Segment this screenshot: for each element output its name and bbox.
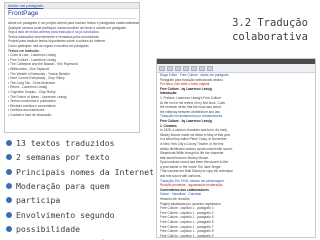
slide-bullet-text: Principais nomes da Internet <box>16 166 155 177</box>
underline-button-icon[interactable] <box>175 65 181 71</box>
save-button-icon[interactable] <box>207 65 213 71</box>
editor-text-line: Free Culture - capítulo 1 - parágrafo 9 <box>160 233 214 238</box>
slide-bullet-item: possibilidade <box>6 222 156 236</box>
slide-bullet-text: participa <box>16 195 61 206</box>
image-button-icon[interactable] <box>199 65 205 71</box>
slide-bullet-text: 13 textos traduzidos <box>16 138 115 149</box>
wiki-content: Adote um parágrafo é um projeto aberto p… <box>5 21 139 117</box>
bold-button-icon[interactable] <box>159 65 165 71</box>
slide-bullet-item: 2 semanas por texto <box>6 150 156 164</box>
slide-bullet-text: Envolvimento segundo <box>16 209 115 220</box>
slide-bullet-text: Moderação para quem <box>16 181 110 192</box>
editor-content: Blogs Editor · Free Culture · Adote um p… <box>157 73 315 238</box>
bullet-dot-icon <box>6 168 12 175</box>
slide-bullet-text: possibilidade <box>16 223 81 234</box>
wiki-page-screenshot: Adote um parágrafo FrontPage Adote um pa… <box>4 2 140 133</box>
slide-title: 3.2 Tradução colaborativa <box>232 17 308 43</box>
list-button-icon[interactable] <box>191 65 197 71</box>
editor-toolbar <box>157 64 315 73</box>
wiki-page-name: FrontPage <box>8 10 39 17</box>
slide-bullet-item: 13 textos traduzidos <box>6 136 156 150</box>
slide-bullet-item: Principais nomes da Internet <box>6 165 156 179</box>
slide-bullet-list: 13 textos traduzidos 2 semanas por texto P… <box>6 136 156 240</box>
editor-screenshot: Blogs Editor · Free Culture · Adote um p… <box>156 58 316 238</box>
slide-bullet-item: Infraestrutura grátis <box>6 236 156 240</box>
bullet-dot-icon <box>6 225 12 232</box>
wiki-top-link[interactable]: Adote um parágrafo <box>8 3 43 8</box>
bullet-dot-icon <box>6 211 12 218</box>
italic-button-icon[interactable] <box>167 65 173 71</box>
slide-bullet-item: Moderação para quem <box>6 179 156 193</box>
wiki-divider <box>8 18 136 19</box>
slide-bullet-text: 2 semanas por texto <box>16 152 110 163</box>
bullet-dot-icon <box>6 183 12 190</box>
wiki-text-line: Adote um parágrafo é um projeto aberto p… <box>8 21 139 25</box>
wiki-list-link[interactable]: Contato e lista de discussão <box>5 113 139 118</box>
link-button-icon[interactable] <box>183 65 189 71</box>
slide-bullet-item: participa <box>6 193 156 207</box>
bullet-dot-icon <box>6 140 12 147</box>
bullet-dot-icon <box>6 197 12 204</box>
slide-bullet-item: Envolvimento segundo <box>6 207 156 221</box>
bullet-dot-icon <box>6 154 12 161</box>
